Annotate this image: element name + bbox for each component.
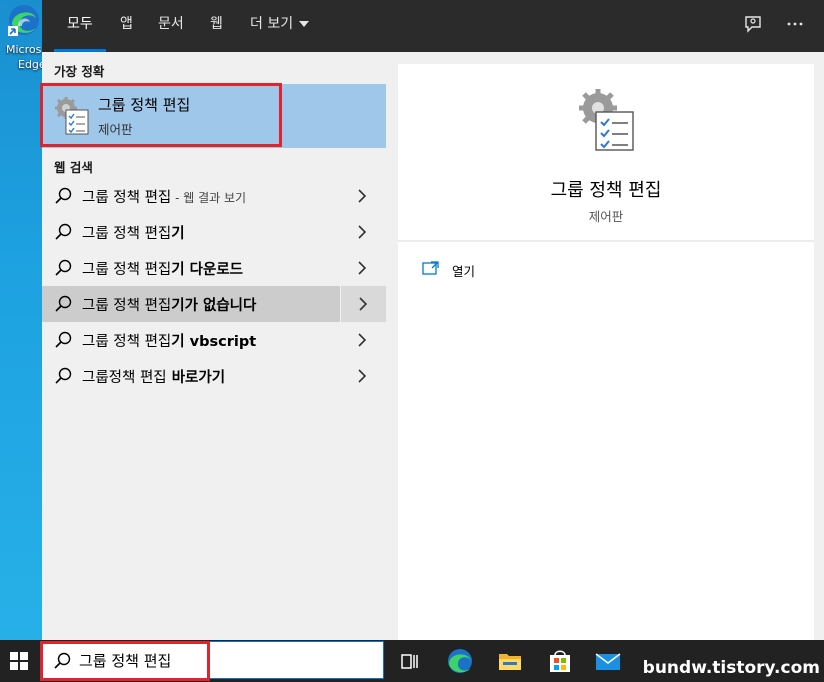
annotation-box	[40, 641, 210, 681]
result-query: 그룹 정책 편집	[82, 190, 172, 206]
web-search-result-text: 그룹 정책 편집기가 없습니다	[82, 294, 256, 315]
web-search-result[interactable]: 그룹 정책 편집기 다운로드	[42, 250, 386, 286]
tab-all[interactable]: 모두	[54, 0, 106, 52]
watermark-text: bundw.tistory.com	[642, 658, 820, 678]
tab-more-label: 더 보기	[250, 16, 294, 32]
annotation-box	[40, 83, 282, 147]
open-icon	[422, 261, 439, 275]
web-search-result[interactable]: 그룹 정책 편집기 vbscript	[42, 322, 386, 358]
desktop-icon-edge[interactable]: Micros Edge	[2, 2, 42, 74]
tab-apps[interactable]: 앱	[120, 0, 133, 52]
desktop: Micros Edge	[0, 0, 42, 640]
chevron-right-icon	[358, 333, 367, 347]
search-icon	[55, 223, 72, 240]
desktop-icon-label-1: Micros	[6, 43, 42, 56]
best-match-header: 가장 정확	[54, 64, 105, 79]
tab-documents[interactable]: 문서	[158, 0, 184, 52]
result-query: 그룹정책 편집	[82, 370, 167, 386]
result-completion: 기 다운로드	[171, 262, 244, 278]
result-completion: 바로가기	[166, 370, 226, 386]
chevron-right-icon	[358, 369, 367, 383]
chevron-down-icon	[299, 21, 310, 27]
ellipsis-icon[interactable]	[784, 14, 806, 36]
preview-card: 그룹 정책 편집 제어판 열기	[398, 64, 814, 640]
result-completion: 기 vbscript	[171, 334, 257, 350]
preview-title: 그룹 정책 편집	[550, 180, 662, 201]
web-search-result-text: 그룹 정책 편집기	[82, 222, 185, 243]
search-icon	[55, 295, 72, 312]
task-view-icon[interactable]	[393, 644, 427, 678]
preview-panel: 그룹 정책 편집 제어판 열기	[386, 52, 824, 640]
chevron-right-icon	[358, 225, 367, 239]
results-panel: 가장 정확 그룹 정책 편집 제어판 웹 검색 그룹 정책 편집 - 웹 결과 …	[40, 52, 386, 640]
chevron-right-icon	[358, 189, 367, 203]
search-icon	[55, 367, 72, 384]
start-button[interactable]	[0, 640, 38, 682]
tab-web-label: 웹	[210, 16, 223, 32]
edge-icon[interactable]	[443, 644, 477, 678]
web-search-result-text: 그룹 정책 편집기 다운로드	[82, 258, 243, 279]
web-search-result-text: 그룹 정책 편집기 vbscript	[82, 330, 256, 351]
store-icon[interactable]	[543, 644, 577, 678]
chevron-right-icon	[358, 261, 367, 275]
web-search-result[interactable]: 그룹 정책 편집기	[42, 214, 386, 250]
web-search-result[interactable]: 그룹 정책 편집 - 웹 결과 보기	[42, 178, 386, 214]
preview-subtitle: 제어판	[588, 209, 624, 224]
web-search-result[interactable]: 그룹 정책 편집기가 없습니다	[42, 286, 386, 322]
search-scope-bar: 모두 앱 문서 웹 더 보기	[42, 0, 824, 52]
tab-all-label: 모두	[67, 16, 93, 32]
result-completion: 기	[171, 226, 185, 242]
search-icon	[55, 187, 72, 204]
result-meta: - 웹 결과 보기	[171, 191, 247, 205]
web-search-result-text: 그룹 정책 편집 - 웹 결과 보기	[82, 186, 246, 207]
result-completion: 기가 없습니다	[171, 298, 257, 314]
tab-apps-label: 앱	[120, 16, 133, 32]
tab-web[interactable]: 웹	[210, 0, 223, 52]
feedback-icon[interactable]	[742, 14, 764, 36]
tab-more[interactable]: 더 보기	[250, 0, 310, 52]
open-action-label: 열기	[452, 264, 476, 279]
expand-result-button[interactable]	[340, 358, 386, 394]
group-policy-icon	[579, 89, 634, 151]
desktop-icon-label-2: Edge	[18, 58, 42, 71]
expand-result-button[interactable]	[340, 178, 386, 214]
expand-result-button[interactable]	[340, 286, 386, 322]
windows-icon	[10, 652, 28, 670]
expand-result-button[interactable]	[340, 214, 386, 250]
result-query: 그룹 정책 편집	[82, 334, 172, 350]
edge-icon	[8, 5, 39, 36]
taskbar: bundw.tistory.com	[0, 640, 824, 682]
file-explorer-icon[interactable]	[493, 644, 527, 678]
web-search-result-text: 그룹정책 편집 바로가기	[82, 366, 225, 387]
divider	[398, 240, 814, 242]
expand-result-button[interactable]	[340, 250, 386, 286]
result-query: 그룹 정책 편집	[82, 298, 172, 314]
chevron-right-icon	[359, 297, 368, 311]
web-search-header: 웹 검색	[54, 160, 93, 175]
search-icon	[55, 331, 72, 348]
tab-documents-label: 문서	[158, 16, 184, 32]
expand-result-button[interactable]	[340, 322, 386, 358]
web-search-result[interactable]: 그룹정책 편집 바로가기	[42, 358, 386, 394]
result-query: 그룹 정책 편집	[82, 262, 172, 278]
result-query: 그룹 정책 편집	[82, 226, 172, 242]
search-icon	[55, 259, 72, 276]
mail-icon[interactable]	[591, 644, 625, 678]
